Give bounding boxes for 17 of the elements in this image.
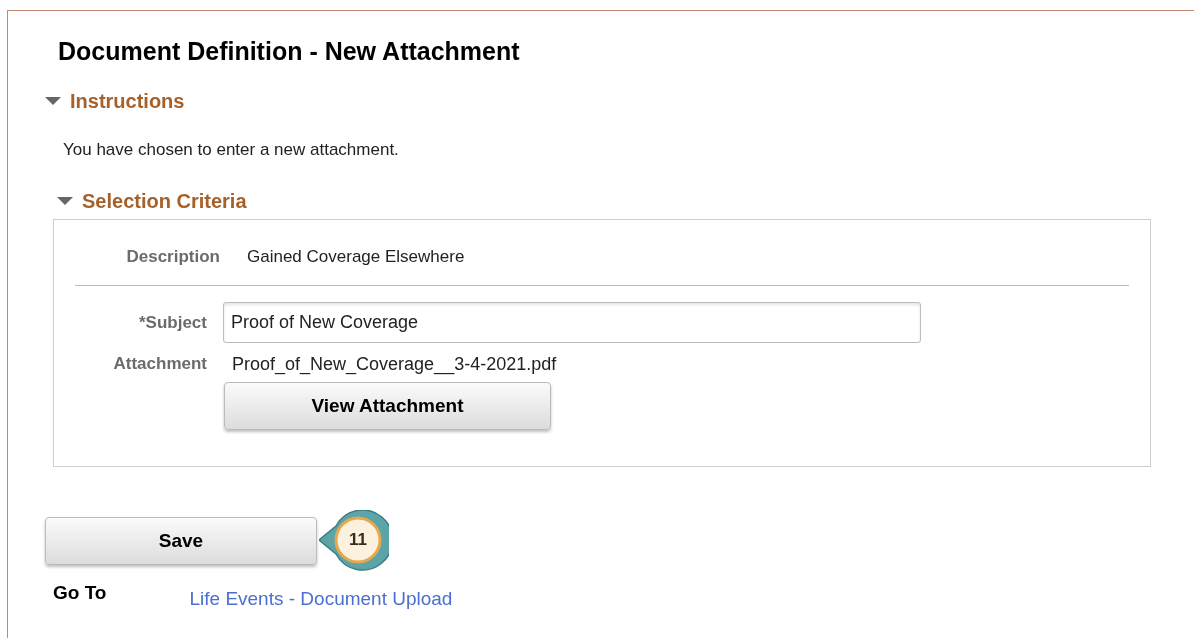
view-attachment-button[interactable]: View Attachment — [224, 382, 551, 430]
collapse-triangle-icon[interactable] — [45, 96, 61, 106]
section-heading[interactable]: Selection Criteria — [82, 189, 247, 213]
file-name: Proof_of_New_Coverage__3-4-2021.pdf — [232, 352, 557, 377]
collapse-triangle-icon[interactable] — [57, 196, 73, 206]
page-title: Document Definition - New Attachment — [58, 36, 520, 66]
life-events-link[interactable]: Life Events - Document Upload — [189, 587, 453, 611]
field-label: *Subject — [137, 311, 207, 334]
save-button[interactable]: Save — [45, 517, 317, 565]
field-label: Description — [125, 246, 220, 269]
go-to-label: Go To — [53, 581, 107, 605]
step-callout: 11 — [319, 510, 389, 572]
section-heading[interactable]: Instructions — [70, 89, 185, 113]
instruction-text: You have chosen to enter a new attachment. — [63, 139, 399, 161]
field-value: Gained Coverage Elsewhere — [247, 246, 465, 269]
subject-input-field[interactable]: Proof of New Coverage — [223, 302, 921, 343]
field-label: Attachment — [112, 353, 207, 376]
